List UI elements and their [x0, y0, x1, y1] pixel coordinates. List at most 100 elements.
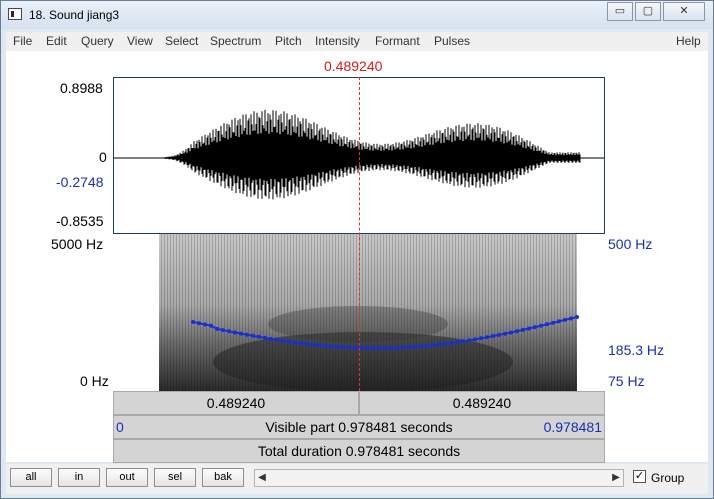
menu-query[interactable]: Query: [81, 34, 114, 48]
visible-part-bar[interactable]: 0 Visible part 0.978481 seconds 0.978481: [113, 415, 605, 439]
pitch-point: [197, 321, 201, 326]
waveform-min-label: -0.8535: [56, 213, 104, 229]
cursor-line: [359, 77, 360, 391]
visible-start-label: 0: [116, 419, 124, 435]
pitch-point: [527, 326, 531, 331]
waveform-max-label: 0.8988: [60, 80, 103, 96]
in-button[interactable]: in: [58, 468, 100, 487]
pitch-point: [467, 338, 471, 343]
group-checkbox[interactable]: ✓: [633, 470, 646, 483]
pitch-point: [353, 345, 357, 350]
scroll-right-icon[interactable]: ▶: [609, 470, 623, 486]
pitch-point: [575, 315, 579, 319]
pitch-point: [407, 345, 411, 350]
menu-formant[interactable]: Formant: [375, 34, 420, 48]
pitch-point: [245, 332, 249, 337]
pitch-point: [215, 326, 219, 331]
total-duration-bar[interactable]: Total duration 0.978481 seconds: [113, 439, 605, 463]
pitch-point: [293, 340, 297, 345]
group-label: Group: [651, 471, 685, 485]
pitch-point: [485, 335, 489, 340]
pitch-point: [209, 323, 213, 328]
pitch-point: [329, 344, 333, 349]
pitch-point: [437, 342, 441, 347]
pitch-top-label: 500 Hz: [608, 236, 653, 252]
pitch-point: [473, 337, 477, 342]
menu-select[interactable]: Select: [165, 34, 198, 48]
pitch-point: [533, 325, 537, 330]
pitch-point: [341, 345, 345, 350]
pitch-point: [389, 345, 393, 350]
minimize-button[interactable]: ▭: [607, 2, 633, 21]
pitch-point: [443, 341, 447, 346]
pitch-point: [383, 346, 387, 350]
pitch-point: [551, 320, 555, 325]
pitch-point: [395, 345, 399, 350]
menu-edit[interactable]: Edit: [46, 34, 67, 48]
app-icon: [8, 8, 22, 20]
pitch-point: [521, 327, 525, 332]
pitch-point: [563, 317, 567, 322]
sound-editor-window: 18. Sound jiang3 ▭ ▢ ✕ File Edit Query V…: [0, 0, 714, 499]
pitch-point: [569, 316, 573, 321]
pitch-point: [545, 322, 549, 327]
pitch-point: [461, 339, 465, 344]
horizontal-scrollbar[interactable]: ◀ ▶: [254, 469, 624, 487]
out-button[interactable]: out: [106, 468, 148, 487]
window-title: 18. Sound jiang3: [29, 8, 120, 22]
menu-view[interactable]: View: [127, 34, 153, 48]
pitch-point: [317, 343, 321, 348]
pitch-point: [191, 320, 195, 324]
bak-button[interactable]: bak: [202, 468, 244, 487]
pitch-point: [491, 334, 495, 339]
scroll-left-icon[interactable]: ◀: [255, 470, 269, 486]
visible-end-label: 0.978481: [543, 419, 602, 435]
menu-pitch[interactable]: Pitch: [275, 34, 302, 48]
menu-spectrum[interactable]: Spectrum: [210, 34, 261, 48]
maximize-button[interactable]: ▢: [635, 2, 661, 21]
pitch-point: [449, 341, 453, 345]
menu-file[interactable]: File: [13, 34, 32, 48]
waveform-zero-label: 0: [99, 149, 107, 165]
all-button[interactable]: all: [10, 468, 52, 487]
menu-bar: File Edit Query View Select Spectrum Pit…: [6, 32, 708, 52]
pitch-point: [365, 346, 369, 350]
pitch-point: [539, 323, 543, 328]
menu-pulses[interactable]: Pulses: [434, 34, 470, 48]
pitch-point: [509, 330, 513, 335]
close-button[interactable]: ✕: [663, 2, 705, 21]
menu-help[interactable]: Help: [676, 34, 701, 48]
title-bar[interactable]: 18. Sound jiang3 ▭ ▢ ✕: [1, 1, 713, 29]
left-selection-bar[interactable]: 0.489240: [113, 391, 359, 415]
pitch-point: [377, 346, 381, 351]
pitch-point: [257, 334, 261, 339]
sel-button[interactable]: sel: [154, 468, 196, 487]
pitch-point: [227, 329, 231, 334]
cursor-time-label: 0.489240: [324, 58, 383, 74]
pitch-point: [311, 342, 315, 347]
pitch-point: [479, 336, 483, 341]
pitch-point: [221, 328, 225, 333]
pitch-value-label: 185.3 Hz: [608, 342, 665, 358]
bottom-toolbar: all in out sel bak ◀ ▶ ✓ Group: [6, 464, 708, 494]
right-selection-bar[interactable]: 0.489240: [359, 391, 605, 415]
pitch-point: [557, 319, 561, 324]
pitch-point: [263, 335, 267, 340]
pitch-point: [371, 346, 375, 351]
pitch-point: [239, 331, 243, 336]
menu-intensity[interactable]: Intensity: [315, 34, 360, 48]
pitch-point: [503, 331, 507, 336]
pitch-point: [323, 343, 327, 348]
pitch-point: [299, 341, 303, 346]
pitch-point: [233, 330, 237, 335]
pitch-point: [275, 337, 279, 342]
spectrogram-top-freq: 5000 Hz: [51, 236, 104, 252]
pitch-point: [431, 343, 435, 348]
pitch-point: [401, 345, 405, 350]
pitch-point: [335, 344, 339, 349]
pitch-point: [347, 345, 351, 350]
pitch-point: [269, 336, 273, 341]
waveform-cursor-value: -0.2748: [56, 174, 104, 190]
pitch-point: [305, 342, 309, 346]
pitch-point: [203, 322, 207, 327]
